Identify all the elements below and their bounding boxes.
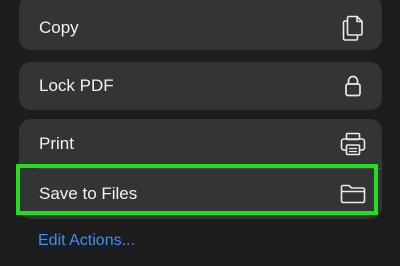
folder-icon [340, 181, 366, 207]
lock-pdf-action[interactable]: Lock PDF [19, 62, 382, 110]
lock-pdf-label: Lock PDF [39, 76, 114, 95]
edit-actions-link[interactable]: Edit Actions... [38, 232, 135, 250]
lock-icon [340, 73, 366, 99]
print-save-group: Print Save to Files [19, 119, 382, 219]
printer-icon [340, 131, 366, 157]
copy-action[interactable]: Copy [19, 0, 382, 50]
lock-pdf-group: Lock PDF [19, 62, 382, 110]
save-to-files-action[interactable]: Save to Files [19, 168, 382, 219]
row-divider [38, 168, 382, 169]
save-to-files-label: Save to Files [39, 183, 138, 203]
copy-label: Copy [39, 18, 79, 37]
copy-group: Copy [19, 0, 382, 50]
print-action[interactable]: Print [19, 119, 382, 168]
print-label: Print [39, 133, 74, 153]
copy-icon [340, 15, 366, 41]
